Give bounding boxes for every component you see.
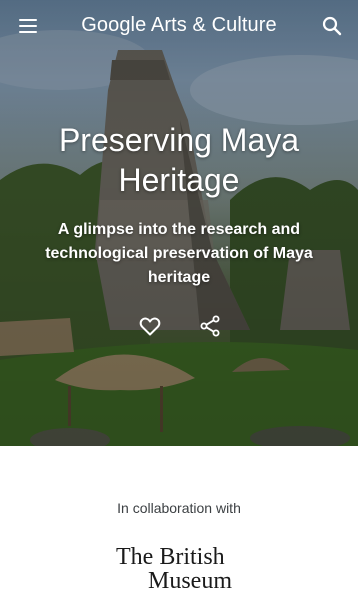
top-app-bar: Google Arts & Culture [0, 0, 358, 54]
story-title: Preserving Maya Heritage [58, 122, 300, 198]
partner-logo-line1: The British [116, 544, 225, 570]
story-actions [0, 312, 358, 340]
collaboration-label: In collaboration with [117, 500, 241, 516]
story-subtitle: A glimpse into the research and technolo… [45, 221, 313, 286]
hero-banner: Google Arts & Culture Preserving Maya He… [0, 0, 358, 446]
share-icon[interactable] [198, 314, 222, 338]
app-brand-title[interactable]: Google Arts & Culture [0, 14, 358, 37]
search-icon[interactable] [320, 14, 344, 38]
british-museum-logo[interactable]: The British Museum [112, 544, 248, 596]
partner-logo-line2: Museum [148, 568, 232, 594]
heart-outline-icon[interactable] [138, 314, 162, 338]
